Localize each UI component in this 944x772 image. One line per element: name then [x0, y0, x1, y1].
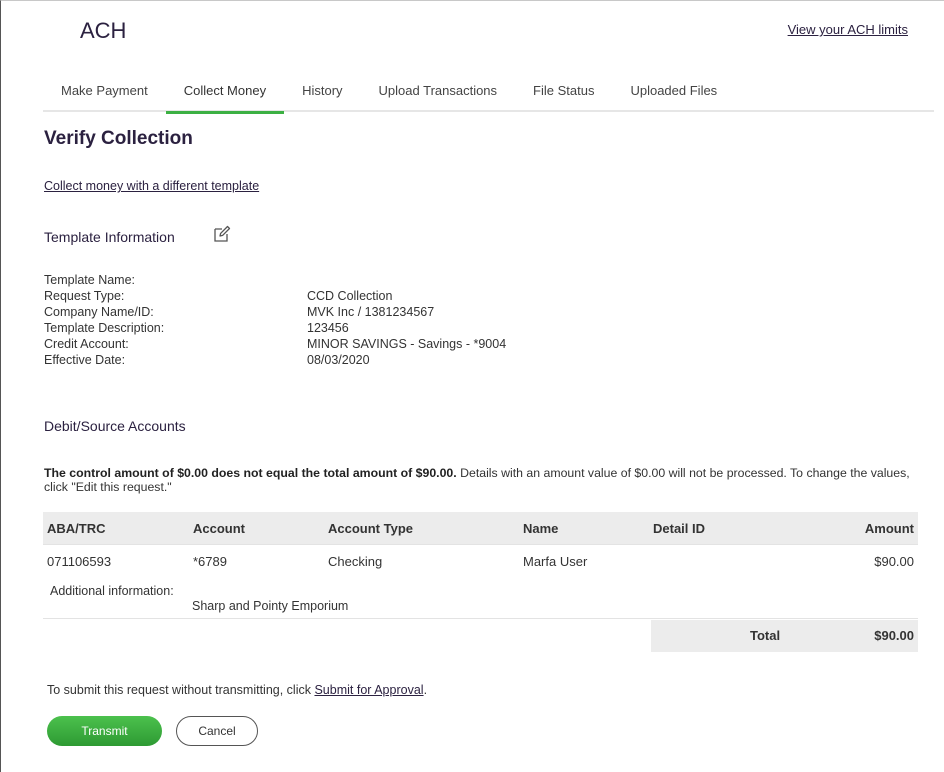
info-row-company: Company Name/ID: MVK Inc / 1381234567 — [44, 305, 506, 321]
submit-text-end: . — [423, 683, 428, 697]
page-title: Verify Collection — [44, 128, 193, 149]
tab-uploaded-files[interactable]: Uploaded Files — [612, 82, 735, 112]
info-label: Effective Date: — [44, 353, 126, 367]
template-information-heading: Template Information — [44, 229, 175, 245]
submit-for-approval-text: To submit this request without transmitt… — [47, 683, 427, 697]
view-ach-limits-link[interactable]: View your ACH limits — [788, 22, 908, 37]
cell-account-type: Checking — [328, 553, 383, 569]
different-template-link[interactable]: Collect money with a different template — [44, 179, 259, 193]
info-label: Credit Account: — [44, 337, 129, 351]
cell-account: *6789 — [193, 553, 227, 569]
total-value: $90.00 — [874, 628, 914, 643]
info-row-credit-account: Credit Account: MINOR SAVINGS - Savings … — [44, 337, 506, 353]
table-row: 071106593 *6789 Checking Marfa User $90.… — [43, 545, 918, 577]
column-header-account-type: Account Type — [328, 520, 413, 536]
column-header-account: Account — [193, 520, 245, 536]
info-value: 08/03/2020 — [307, 353, 370, 367]
cancel-button[interactable]: Cancel — [176, 716, 258, 746]
tab-upload-transactions[interactable]: Upload Transactions — [361, 82, 516, 112]
column-header-name: Name — [523, 520, 559, 536]
tab-bar: Make Payment Collect Money History Uploa… — [43, 82, 934, 114]
column-header-detail-id: Detail ID — [653, 520, 706, 536]
notice-bold-text: The control amount of $0.00 does not equ… — [44, 466, 457, 480]
table-header: ABA/TRC Account Account Type Name Detail… — [43, 512, 918, 544]
cell-amount: $90.00 — [874, 553, 914, 569]
app-title: ACH — [80, 18, 127, 43]
tab-collect-money[interactable]: Collect Money — [165, 82, 285, 114]
submit-text: To submit this request without transmitt… — [47, 683, 315, 697]
info-value: 123456 — [307, 321, 349, 335]
additional-information-label: Additional information: — [50, 584, 174, 598]
debit-accounts-table: ABA/TRC Account Account Type Name Detail… — [43, 512, 918, 577]
cell-name: Marfa User — [523, 553, 588, 569]
info-label: Request Type: — [44, 289, 125, 303]
info-value: MINOR SAVINGS - Savings - *9004 — [307, 337, 507, 351]
info-label: Company Name/ID: — [44, 305, 154, 319]
column-header-amount: Amount — [864, 520, 914, 536]
info-value: MVK Inc / 1381234567 — [307, 305, 435, 319]
edit-pencil-icon[interactable] — [212, 224, 232, 244]
tab-file-status[interactable]: File Status — [515, 82, 612, 112]
control-amount-notice: The control amount of $0.00 does not equ… — [44, 466, 914, 494]
template-info-list: Template Name: Request Type: CCD Collect… — [44, 273, 506, 369]
info-label: Template Name: — [44, 273, 136, 287]
column-header-aba: ABA/TRC — [47, 520, 106, 536]
additional-information-value: Sharp and Pointy Emporium — [192, 599, 349, 613]
table-divider — [43, 618, 918, 619]
info-label: Template Description: — [44, 321, 165, 335]
info-row-template-description: Template Description: 123456 — [44, 321, 506, 337]
cell-aba: 071106593 — [47, 553, 112, 569]
tab-make-payment[interactable]: Make Payment — [43, 82, 166, 112]
info-row-request-type: Request Type: CCD Collection — [44, 289, 506, 305]
transmit-button[interactable]: Transmit — [47, 716, 162, 746]
submit-for-approval-link[interactable]: Submit for Approval — [314, 683, 423, 697]
info-row-template-name: Template Name: — [44, 273, 506, 289]
page-frame — [0, 0, 944, 772]
debit-source-accounts-heading: Debit/Source Accounts — [44, 418, 186, 434]
total-label: Total — [750, 628, 781, 643]
total-row: Total $90.00 — [651, 620, 918, 652]
tab-history[interactable]: History — [284, 82, 360, 112]
info-row-effective-date: Effective Date: 08/03/2020 — [44, 353, 506, 369]
info-value: CCD Collection — [307, 289, 393, 303]
